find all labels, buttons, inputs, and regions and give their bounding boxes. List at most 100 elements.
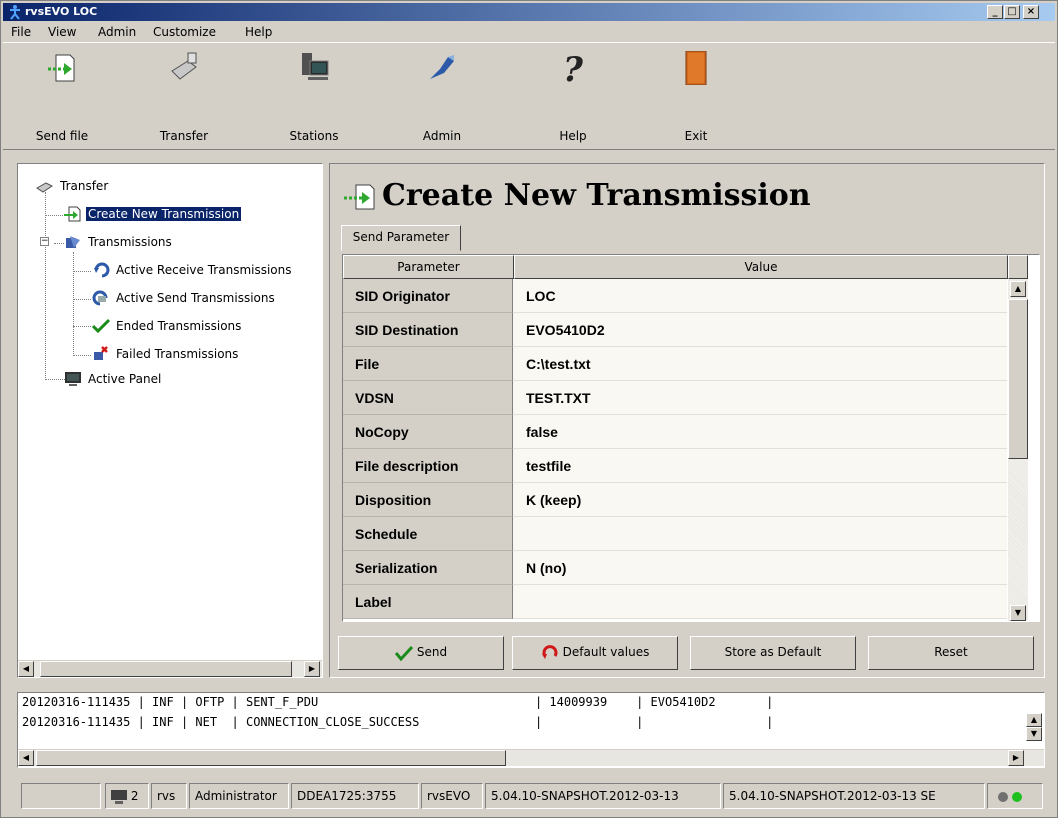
send-file-icon xyxy=(344,184,375,210)
scroll-up-arrow-icon[interactable]: ▲ xyxy=(1026,713,1042,727)
param-value[interactable] xyxy=(513,585,1007,619)
transfer-button[interactable]: Transfer xyxy=(139,51,229,151)
param-name: Schedule xyxy=(343,517,513,551)
parameter-table: Parameter Value SID Originator LOC SID D… xyxy=(342,254,1040,622)
param-value[interactable]: testfile xyxy=(513,449,1007,483)
tree-label-transfer: Transfer xyxy=(60,179,109,193)
table-vertical-scrollbar[interactable]: ▲ ▼ xyxy=(1008,279,1028,621)
menu-view[interactable]: View xyxy=(48,25,76,39)
send-file-label: Send file xyxy=(35,129,89,143)
column-header-value[interactable]: Value xyxy=(514,255,1008,279)
stations-button[interactable]: Stations xyxy=(269,51,359,151)
title-bar[interactable]: rvsEVO LOC _ □ × xyxy=(3,3,1055,21)
transmissions-icon xyxy=(66,236,80,248)
param-name: File xyxy=(343,347,513,381)
param-name: Serialization xyxy=(343,551,513,585)
app-window: rvsEVO LOC _ □ × File View Admin Customi… xyxy=(0,0,1058,818)
table-row[interactable]: VDSN TEST.TXT xyxy=(343,381,1007,415)
menu-customize[interactable]: Customize xyxy=(153,25,216,39)
status-lights xyxy=(987,783,1043,809)
send-file-button[interactable]: Send file xyxy=(17,51,107,151)
table-row[interactable]: Label xyxy=(343,585,1007,619)
tree-horizontal-scrollbar[interactable]: ◀ ▶ xyxy=(18,660,322,677)
table-row[interactable]: NoCopy false xyxy=(343,415,1007,449)
reset-arrow-icon xyxy=(541,644,558,659)
status-bar: 2 rvs Administrator DDEA1725:3755 rvsEVO… xyxy=(17,783,1045,811)
param-name: SID Destination xyxy=(343,313,513,347)
param-name: NoCopy xyxy=(343,415,513,449)
table-row[interactable]: Serialization N (no) xyxy=(343,551,1007,585)
store-as-default-button[interactable]: Store as Default xyxy=(690,636,856,670)
monitor-icon xyxy=(111,789,127,804)
scroll-thumb[interactable] xyxy=(40,661,292,677)
rvs-logo-icon xyxy=(10,5,20,20)
stations-icon xyxy=(302,53,329,80)
default-values-button[interactable]: Default values xyxy=(512,636,678,670)
param-value[interactable]: C:\test.txt xyxy=(513,347,1007,381)
param-name: Label xyxy=(343,585,513,619)
scroll-up-arrow-icon[interactable]: ▲ xyxy=(1010,281,1026,297)
scroll-down-arrow-icon[interactable]: ▼ xyxy=(1026,727,1042,741)
status-server-version: 5.04.10-SNAPSHOT.2012-03-13 SE xyxy=(723,783,985,809)
scroll-right-arrow-icon[interactable]: ▶ xyxy=(1008,750,1024,766)
transfer-icon xyxy=(36,182,53,193)
reset-button[interactable]: Reset xyxy=(868,636,1034,670)
scroll-thumb[interactable] xyxy=(1008,299,1028,459)
status-connections: 2 xyxy=(105,783,149,809)
log-line: 20120316-111435 | INF | OFTP | SENT_F_PD… xyxy=(22,695,774,709)
tree-label-active-receive: Active Receive Transmissions xyxy=(116,263,292,277)
table-row[interactable]: File C:\test.txt xyxy=(343,347,1007,381)
menu-file[interactable]: File xyxy=(11,25,31,39)
scroll-thumb[interactable] xyxy=(36,750,506,766)
log-horizontal-scrollbar[interactable]: ◀ ▶ xyxy=(18,749,1044,766)
minimize-button[interactable]: _ xyxy=(987,5,1003,19)
checkmark-icon xyxy=(394,645,413,661)
table-row[interactable]: Disposition K (keep) xyxy=(343,483,1007,517)
status-role: Administrator xyxy=(189,783,289,809)
scroll-left-arrow-icon[interactable]: ◀ xyxy=(18,750,34,766)
collapse-expander[interactable]: − xyxy=(40,237,49,246)
table-row[interactable]: SID Originator LOC xyxy=(343,279,1007,313)
scroll-down-arrow-icon[interactable]: ▼ xyxy=(1010,605,1026,621)
column-header-parameter[interactable]: Parameter xyxy=(343,255,514,279)
stations-label: Stations xyxy=(289,129,339,143)
status-app: rvsEVO xyxy=(421,783,483,809)
table-row[interactable]: File description testfile xyxy=(343,449,1007,483)
menu-bar: File View Admin Customize Help xyxy=(3,22,1055,42)
status-count: 2 xyxy=(130,789,139,803)
tab-send-parameter[interactable]: Send Parameter xyxy=(341,225,461,251)
admin-button[interactable]: Admin xyxy=(397,51,487,151)
param-value[interactable] xyxy=(513,517,1007,551)
status-host: DDEA1725:3755 xyxy=(291,783,419,809)
exit-button[interactable]: Exit xyxy=(651,51,741,151)
send-file-icon xyxy=(64,206,81,222)
main-panel: Create New Transmission Send Parameter P… xyxy=(329,163,1045,678)
param-value[interactable]: K (keep) xyxy=(513,483,1007,517)
param-value[interactable]: EVO5410D2 xyxy=(513,313,1007,347)
send-button[interactable]: Send xyxy=(338,636,504,670)
maximize-button[interactable]: □ xyxy=(1004,5,1020,19)
table-row[interactable]: Schedule xyxy=(343,517,1007,551)
transfer-label: Transfer xyxy=(159,129,209,143)
table-row[interactable]: SID Destination EVO5410D2 xyxy=(343,313,1007,347)
param-value[interactable]: TEST.TXT xyxy=(513,381,1007,415)
default-values-label: Default values xyxy=(562,645,650,659)
param-value[interactable]: false xyxy=(513,415,1007,449)
help-button[interactable]: ? Help xyxy=(528,51,618,151)
scroll-left-arrow-icon[interactable]: ◀ xyxy=(18,661,34,677)
param-name: File description xyxy=(343,449,513,483)
menu-admin[interactable]: Admin xyxy=(98,25,136,39)
param-value[interactable]: N (no) xyxy=(513,551,1007,585)
param-value[interactable]: LOC xyxy=(513,279,1007,313)
menu-help[interactable]: Help xyxy=(245,25,272,39)
tree-label-ended: Ended Transmissions xyxy=(116,319,242,333)
navigation-tree: Transfer Create New Transmission − Trans… xyxy=(17,163,323,678)
scroll-right-arrow-icon[interactable]: ▶ xyxy=(304,661,320,677)
failed-icon xyxy=(94,346,108,360)
tree-label-failed: Failed Transmissions xyxy=(116,347,239,361)
send-button-label: Send xyxy=(416,645,448,659)
close-button[interactable]: × xyxy=(1023,5,1039,19)
exit-door-icon xyxy=(685,51,707,85)
receive-icon xyxy=(94,262,110,278)
send-file-icon xyxy=(48,54,75,82)
